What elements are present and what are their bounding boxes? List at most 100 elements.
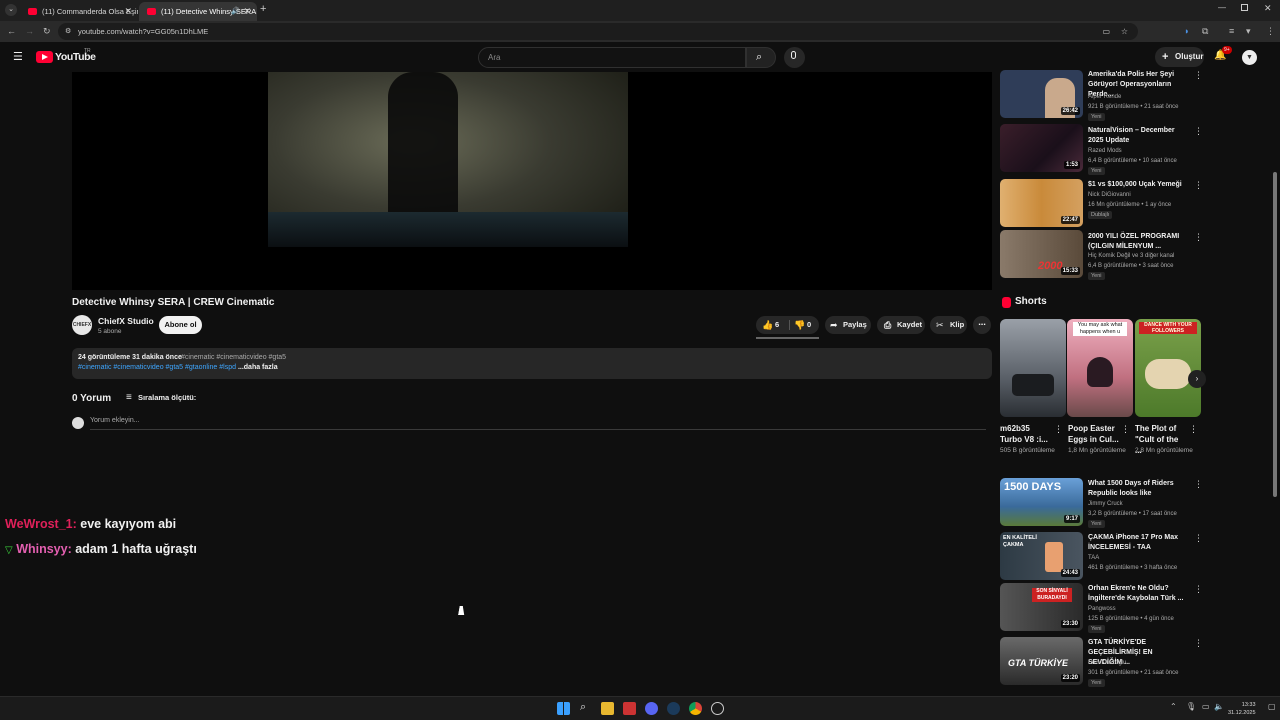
search-input[interactable]: Ara: [478, 47, 746, 68]
recommendation-item[interactable]: EN KALİTELİ ÇAKMA 24:43 ÇAKMA iPhone 17 …: [1000, 532, 1203, 584]
recommendation-title[interactable]: $1 vs $100,000 Uçak Yemeği: [1088, 180, 1188, 190]
show-more-link[interactable]: ...daha fazla: [236, 364, 278, 371]
more-vertical-icon[interactable]: ⋮: [1194, 180, 1203, 191]
description-box[interactable]: 24 görüntüleme 31 dakika önce #cinematic…: [72, 348, 992, 379]
video-thumbnail[interactable]: 22:47: [1000, 179, 1083, 227]
minimize-window-icon[interactable]: —: [1218, 3, 1226, 12]
windows-start-icon[interactable]: [557, 702, 570, 715]
video-thumbnail[interactable]: 2000 15:33: [1000, 230, 1083, 278]
tray-network-icon[interactable]: ▭: [1202, 702, 1210, 711]
channel-name[interactable]: ChiefX Studio: [98, 316, 154, 326]
back-icon[interactable]: ←: [7, 26, 16, 36]
subscribe-button[interactable]: Abone ol: [159, 316, 202, 334]
youtube-logo-icon[interactable]: [36, 51, 53, 63]
install-app-icon[interactable]: ▭: [1102, 23, 1110, 40]
voice-search-button[interactable]: [784, 47, 805, 68]
video-thumbnail[interactable]: GTA TÜRKİYE 23:20: [1000, 637, 1083, 685]
dislike-button[interactable]: 👎 0: [790, 316, 819, 334]
close-window-icon[interactable]: ✕: [1264, 3, 1272, 14]
short-item[interactable]: You may ask what happens when u: [1067, 319, 1133, 417]
media-controls-icon[interactable]: ≡: [1229, 26, 1234, 36]
extensions-puzzle-icon[interactable]: ⧉: [1202, 26, 1208, 37]
video-thumbnail[interactable]: 26:42: [1000, 70, 1083, 118]
add-comment-input[interactable]: Yorum ekleyin...: [90, 417, 986, 430]
more-vertical-icon[interactable]: ⋮: [1054, 424, 1063, 435]
notification-center-icon[interactable]: ▢: [1268, 702, 1276, 711]
more-vertical-icon[interactable]: ⋮: [1194, 584, 1203, 595]
profile-icon[interactable]: ▾: [1246, 26, 1251, 37]
site-info-icon[interactable]: ⚙: [65, 23, 71, 40]
reload-icon[interactable]: ↻: [43, 26, 51, 37]
search-button[interactable]: ⌕: [746, 47, 776, 68]
recommendation-item[interactable]: 26:42 Amerika'da Polis Her Şeyi Görüyor!…: [1000, 70, 1203, 122]
tray-chevron-icon[interactable]: ⌃: [1170, 702, 1177, 711]
recommendation-channel[interactable]: Razed Mods: [1088, 148, 1122, 154]
extension-icon[interactable]: ◗: [1184, 26, 1189, 36]
video-thumbnail[interactable]: EN KALİTELİ ÇAKMA 24:43: [1000, 532, 1083, 580]
recommendation-item[interactable]: 2000 15:33 2000 YILI ÖZEL PROGRAMI (ÇILG…: [1000, 230, 1203, 282]
recommendation-item[interactable]: 1:53 NaturalVision – December 2025 Updat…: [1000, 124, 1203, 176]
chrome-icon[interactable]: [689, 702, 702, 715]
share-button[interactable]: ➦ Paylaş: [825, 316, 871, 334]
recommendation-channel[interactable]: Hiç Komik Değil ve 3 diğer kanal: [1088, 253, 1174, 259]
clip-button[interactable]: ✂ Klip: [930, 316, 967, 334]
more-vertical-icon[interactable]: ⋮: [1121, 424, 1130, 435]
page-scrollbar[interactable]: [1271, 72, 1278, 694]
more-vertical-icon[interactable]: ⋮: [1189, 424, 1198, 435]
recommendation-channel[interactable]: Pangwoss: [1088, 606, 1116, 612]
recommendation-channel[interactable]: Nick DiGiovanni: [1088, 192, 1131, 198]
video-player[interactable]: [72, 72, 992, 290]
forward-icon[interactable]: →: [25, 26, 34, 36]
short-item[interactable]: DANCE WITH YOUR FOLLOWERS: [1135, 319, 1201, 417]
close-tab-icon[interactable]: ✕: [243, 2, 251, 21]
discord-icon[interactable]: [645, 702, 658, 715]
description-tags[interactable]: #cinematic #cinematicvideo #gta5 #gtaonl…: [78, 364, 236, 371]
description-tags-top[interactable]: #cinematic #cinematicvideo #gta5: [181, 353, 286, 363]
address-bar[interactable]: ⚙ youtube.com/watch?v=GG05n1DhLME ▭ ☆: [58, 23, 1138, 40]
browser-tab-commanderda[interactable]: (11) Commanderda Olsa Eşinin ✕: [20, 2, 138, 21]
short-title[interactable]: m62b35 Turbo V8 :i...: [1000, 423, 1052, 445]
new-tab-icon[interactable]: +: [260, 3, 266, 15]
video-thumbnail[interactable]: 1:53: [1000, 124, 1083, 172]
shorts-next-button[interactable]: ›: [1188, 370, 1206, 388]
more-vertical-icon[interactable]: ⋮: [1194, 126, 1203, 137]
recommendation-item[interactable]: 1500 DAYS 9:17 What 1500 Days of Riders …: [1000, 478, 1203, 530]
recommendation-channel[interactable]: Jimmy Cruck: [1088, 501, 1123, 507]
recommendation-item[interactable]: GTA TÜRKİYE 23:20 GTA TÜRKİYE'DE GEÇEBİL…: [1000, 637, 1203, 689]
calendar-app-icon[interactable]: [623, 702, 636, 715]
browser-tab-detective-whinsy[interactable]: (11) Detective Whinsy SERA 🔊 ✕: [139, 2, 257, 21]
more-vertical-icon[interactable]: ⋮: [1194, 479, 1203, 490]
recommendation-title[interactable]: Orhan Ekren'e Ne Oldu? İngiltere'de Kayb…: [1088, 584, 1188, 604]
tray-volume-icon[interactable]: 🔈: [1214, 702, 1224, 711]
recommendation-title[interactable]: What 1500 Days of Riders Republic looks …: [1088, 479, 1188, 499]
video-thumbnail[interactable]: SON SİNYALİ BURADAYDI 23:30: [1000, 583, 1083, 631]
recommendation-title[interactable]: NaturalVision – December 2025 Update: [1088, 126, 1188, 146]
close-tab-icon[interactable]: ✕: [124, 2, 132, 21]
video-thumbnail[interactable]: 1500 DAYS 9:17: [1000, 478, 1083, 526]
more-vertical-icon[interactable]: ⋮: [1194, 638, 1203, 649]
guide-menu-icon[interactable]: ☰: [13, 50, 23, 63]
recommendation-channel[interactable]: TAA: [1088, 555, 1099, 561]
file-explorer-icon[interactable]: [601, 702, 614, 715]
short-item[interactable]: [1000, 319, 1066, 417]
recommendation-channel[interactable]: Alper Rende: [1088, 94, 1121, 100]
settings-app-icon[interactable]: [711, 702, 724, 715]
taskbar-search-icon[interactable]: ⌕: [580, 701, 586, 714]
more-vertical-icon[interactable]: ⋮: [1194, 232, 1203, 243]
more-actions-button[interactable]: ⋯: [973, 316, 991, 334]
recommendation-item[interactable]: 22:47 $1 vs $100,000 Uçak Yemeği Nick Di…: [1000, 179, 1203, 231]
account-avatar[interactable]: ▼: [1242, 50, 1257, 65]
create-button[interactable]: + Oluştur: [1155, 47, 1204, 67]
like-button[interactable]: 👍 6: [756, 316, 789, 334]
audio-playing-icon[interactable]: 🔊: [231, 2, 240, 21]
steam-icon[interactable]: [667, 702, 680, 715]
recommendation-title[interactable]: ÇAKMA iPhone 17 Pro Max İNCELEMESİ - TAA: [1088, 533, 1188, 553]
more-vertical-icon[interactable]: ⋮: [1194, 533, 1203, 544]
browser-menu-icon[interactable]: ⋮: [1266, 26, 1275, 37]
recommendation-item[interactable]: SON SİNYALİ BURADAYDI 23:30 Orhan Ekren'…: [1000, 583, 1203, 635]
system-clock[interactable]: 13:33 31.12.2025: [1228, 701, 1256, 717]
save-button[interactable]: ⎙ Kaydet: [877, 316, 925, 334]
channel-avatar[interactable]: CHIEFX: [72, 315, 92, 335]
sort-comments-button[interactable]: ≡ Sıralama ölçütü:: [126, 392, 196, 403]
more-vertical-icon[interactable]: ⋮: [1194, 70, 1203, 81]
